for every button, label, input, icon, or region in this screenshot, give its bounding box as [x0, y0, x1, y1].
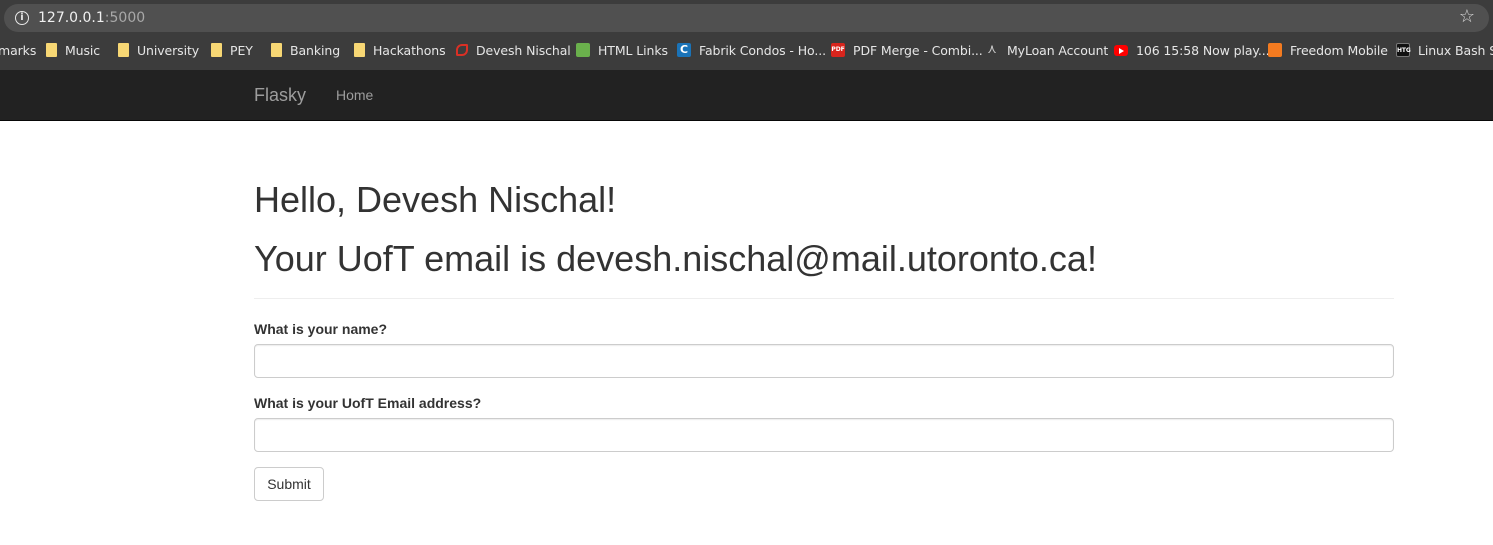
- url-port: :5000: [104, 10, 146, 26]
- url-host: 127.0.0.1: [38, 10, 105, 26]
- bookmark-pdf-merge[interactable]: PDF PDF Merge - Combi...: [831, 40, 983, 60]
- folder-icon: [354, 43, 365, 57]
- email-input[interactable]: [254, 418, 1394, 452]
- info-icon[interactable]: i: [15, 11, 29, 25]
- name-input[interactable]: [254, 344, 1394, 378]
- htg-icon: HTG: [1396, 43, 1411, 57]
- greeting-heading: Hello, Devesh Nischal!: [254, 179, 617, 220]
- address-bar[interactable]: i 127.0.0.1:5000 ☆: [4, 4, 1489, 32]
- bookmark-folder-banking[interactable]: Banking: [271, 40, 340, 60]
- bookmark-label: Music: [65, 42, 101, 58]
- bookmark-label: PEY: [230, 42, 253, 58]
- devesh-site-icon: [456, 44, 468, 56]
- folder-icon: [118, 43, 129, 57]
- bookmark-label: 106 15:58 Now play...: [1136, 42, 1270, 58]
- bookmark-item[interactable]: marks: [0, 40, 36, 60]
- bookmark-label: PDF Merge - Combi...: [853, 42, 983, 58]
- email-heading: Your UofT email is devesh.nischal@mail.u…: [254, 238, 1097, 279]
- bookmark-folder-pey[interactable]: PEY: [211, 40, 253, 60]
- folder-icon: [46, 43, 57, 57]
- bookmark-linux-bash[interactable]: HTG Linux Bash Sh: [1396, 40, 1493, 60]
- navbar-brand[interactable]: Flasky: [254, 85, 306, 105]
- url-text[interactable]: 127.0.0.1:5000: [38, 10, 145, 26]
- folder-icon: [211, 43, 222, 57]
- bookmark-label: HTML Links: [598, 42, 668, 58]
- divider: [254, 298, 1394, 299]
- youtube-icon: [1114, 44, 1128, 56]
- bookmark-folder-hackathons[interactable]: Hackathons: [354, 40, 446, 60]
- bookmark-label: Banking: [290, 42, 341, 58]
- folder-icon: [271, 43, 282, 57]
- fabrik-icon: C: [677, 43, 691, 57]
- browser-chrome: i 127.0.0.1:5000 ☆ marks Music Universit…: [0, 0, 1493, 70]
- star-icon[interactable]: ☆: [1459, 7, 1475, 27]
- bookmark-label: University: [137, 42, 200, 58]
- bookmark-label: Hackathons: [373, 42, 446, 58]
- bookmark-label: Freedom Mobile: [1290, 42, 1388, 58]
- bookmark-youtube[interactable]: 106 15:58 Now play...: [1114, 40, 1270, 60]
- bookmark-label: Linux Bash Sh: [1418, 42, 1493, 58]
- bookmark-label: MyLoan Account: [1007, 42, 1109, 58]
- bookmark-html-links[interactable]: HTML Links: [576, 40, 668, 60]
- freedom-icon: [1268, 43, 1282, 57]
- bookmark-folder-music[interactable]: Music: [46, 40, 100, 60]
- nav-home-link[interactable]: Home: [336, 87, 373, 103]
- bookmark-label: Fabrik Condos - Ho...: [699, 42, 826, 58]
- bookmarks-bar: marks Music University PEY Banking Hacka…: [0, 38, 1493, 62]
- bookmark-label: marks: [0, 42, 37, 58]
- bookmark-folder-university[interactable]: University: [118, 40, 199, 60]
- bookmark-freedom-mobile[interactable]: Freedom Mobile: [1268, 40, 1388, 60]
- pdf-icon: PDF: [831, 43, 845, 57]
- submit-button[interactable]: Submit: [254, 467, 324, 501]
- name-label: What is your name?: [254, 321, 388, 337]
- bookmark-myloan[interactable]: ⋏ MyLoan Account: [985, 40, 1108, 60]
- navbar: Flasky Home: [0, 70, 1493, 121]
- bookmark-label: Devesh Nischal: [476, 42, 571, 58]
- bookmark-fabrik-condos[interactable]: C Fabrik Condos - Ho...: [677, 40, 826, 60]
- myloan-icon: ⋏: [987, 42, 997, 57]
- bookmark-devesh-nischal[interactable]: Devesh Nischal: [456, 40, 571, 60]
- email-label: What is your UofT Email address?: [254, 395, 482, 411]
- html-links-icon: [576, 43, 590, 57]
